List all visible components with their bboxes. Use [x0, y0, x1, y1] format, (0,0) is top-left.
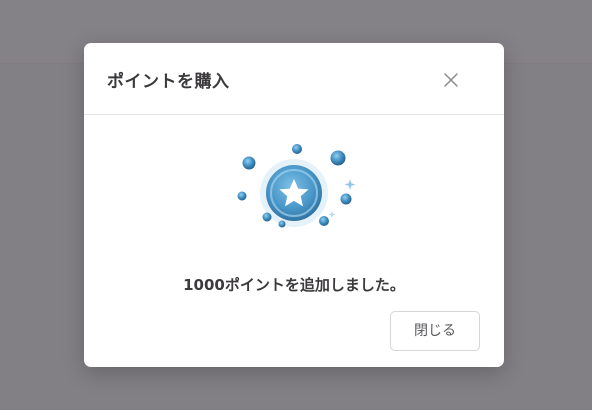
dialog-title: ポイントを購入 — [107, 72, 230, 92]
close-icon[interactable] — [440, 69, 462, 91]
dialog-header: ポイントを購入 — [84, 43, 504, 115]
purchase-points-dialog: ポイントを購入 1000ポイントを追加しました。 閉じる — [84, 43, 504, 367]
success-message: 1000ポイントを追加しました。 — [183, 276, 405, 294]
close-button[interactable]: 閉じる — [390, 311, 480, 351]
star-coin-icon — [230, 139, 358, 235]
